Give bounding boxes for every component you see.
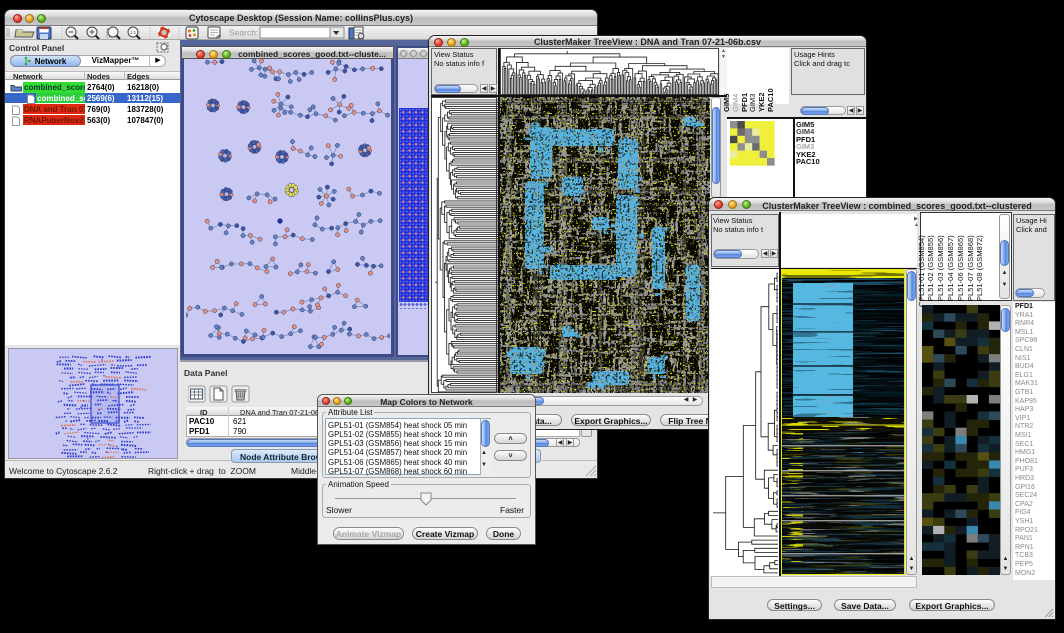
svg-text:1:1: 1:1 [130,30,137,35]
svg-text:Search:: Search: [229,28,258,38]
